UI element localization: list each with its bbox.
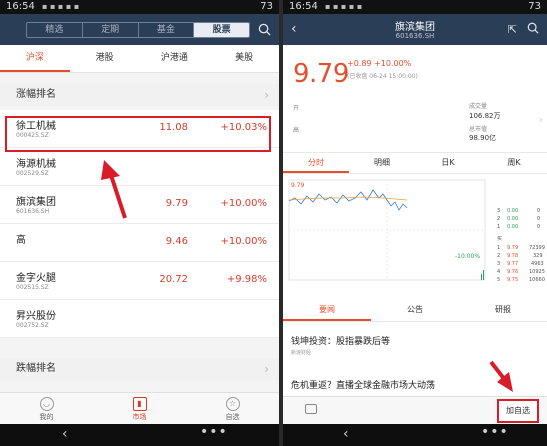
system-back-icon[interactable]: ‹	[62, 426, 68, 442]
market-screen: 16:54 ▪ ▪ ▪ ▪ ▪ 73 精选 定期 基金 股票 沪深 港股 沪港通…	[0, 0, 279, 446]
nav-market[interactable]: ▮ 市场	[93, 393, 186, 424]
comment-icon[interactable]	[305, 404, 317, 414]
annotation-arrow	[101, 160, 127, 219]
system-menu-icon[interactable]: •••	[481, 424, 509, 440]
detail-bottom-bar: 加自选	[283, 396, 547, 424]
system-menu-icon[interactable]: •••	[200, 424, 228, 440]
nav-market-label: 市场	[132, 413, 147, 421]
user-icon: ◡	[39, 397, 54, 411]
stock-detail-screen: 16:54 ▪ ▪ ▪ ▪ ▪ 73 ‹ 旗滨集团 601636.SH ⇱ 9.…	[283, 0, 547, 446]
system-back-icon[interactable]: ‹	[343, 426, 349, 442]
star-icon: ☆	[225, 397, 240, 411]
annotation-arrow	[489, 360, 513, 392]
system-navbar: ‹ •••	[283, 424, 547, 446]
chart-icon: ▮	[132, 397, 147, 411]
nav-mine-label: 我的	[39, 413, 54, 421]
add-watchlist-button[interactable]: 加自选	[497, 399, 539, 423]
nav-watchlist[interactable]: ☆ 自选	[186, 393, 279, 424]
bottom-nav: ◡ 我的 ▮ 市场 ☆ 自选	[0, 392, 279, 424]
nav-mine[interactable]: ◡ 我的	[0, 393, 93, 424]
system-navbar: ‹ •••	[0, 424, 279, 446]
nav-watchlist-label: 自选	[225, 413, 240, 421]
